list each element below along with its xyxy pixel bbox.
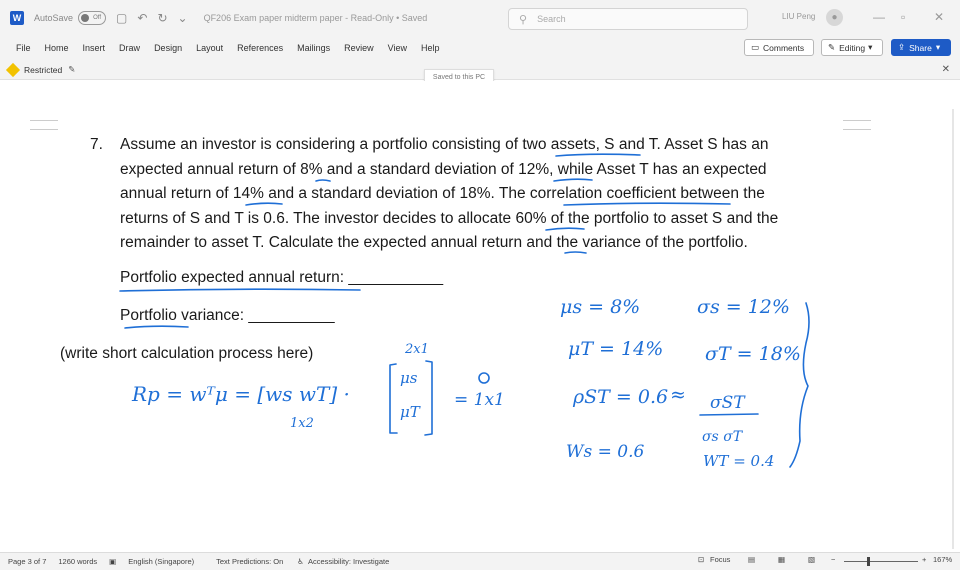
tab-review[interactable]: Review [344, 43, 374, 53]
chevron-down-icon: ▾ [868, 42, 873, 52]
tab-home[interactable]: Home [45, 43, 69, 53]
read-mode-icon[interactable]: ▤ [748, 555, 755, 564]
tab-help[interactable]: Help [421, 43, 440, 53]
tab-file[interactable]: File [16, 43, 31, 53]
focus-button[interactable]: Focus [710, 555, 730, 564]
status-bar: Page 3 of 7 1260 words ▣ English (Singap… [0, 552, 960, 570]
ink-sigma-s: σs = 12% [697, 296, 790, 318]
ink-cov-den: σs σT [702, 429, 744, 445]
save-icon[interactable]: ▢ [116, 11, 127, 25]
ink-right-brace [789, 302, 810, 468]
avatar[interactable]: ● [826, 9, 843, 26]
comments-button[interactable]: ▭ Comments [744, 39, 814, 56]
accessibility-status[interactable]: Accessibility: Investigate [308, 557, 389, 566]
tab-references[interactable]: References [237, 43, 283, 53]
tab-view[interactable]: View [388, 43, 407, 53]
ink-vec-bottom: μT [400, 403, 421, 421]
page-count[interactable]: Page 3 of 7 [8, 557, 46, 566]
focus-icon: ⊡ [698, 555, 705, 564]
zoom-out-icon[interactable]: − [831, 555, 835, 564]
title-bar: W AutoSave Off ▢ ↶ ↻ ⌄ QF206 Exam paper … [0, 0, 960, 36]
tab-layout[interactable]: Layout [196, 43, 223, 53]
tab-design[interactable]: Design [154, 43, 182, 53]
ink-result: = 1x1 [454, 390, 505, 410]
autosave-toggle[interactable]: Off [78, 11, 107, 25]
edit-pen-icon[interactable]: ✎ [68, 64, 75, 75]
share-button[interactable]: ⇪ Share ▾ [891, 39, 951, 56]
share-icon: ⇪ [898, 42, 906, 52]
restricted-label[interactable]: Restricted [24, 65, 62, 75]
ink-underline [124, 325, 189, 329]
ink-bracket-left [389, 363, 398, 434]
word-window: W AutoSave Off ▢ ↶ ↻ ⌄ QF206 Exam paper … [0, 0, 960, 570]
ribbon-tabs: File Home Insert Draw Design Layout Refe… [0, 36, 960, 60]
question-text: Assume an investor is considering a port… [120, 133, 840, 256]
ink-mu-t: μT = 14% [568, 338, 663, 360]
accessibility-icon: ♿ [297, 557, 304, 566]
search-input[interactable]: ⚲ Search [508, 8, 748, 30]
ink-rp-equation: Rp = wᵀμ = [ws wT] · [131, 382, 350, 406]
chevron-down-icon: ▾ [935, 42, 941, 52]
question-number: 7. [90, 136, 103, 153]
close-window-icon[interactable]: ✕ [934, 10, 944, 24]
zoom-in-icon[interactable]: + [922, 555, 926, 564]
zoom-slider-thumb[interactable] [867, 557, 870, 566]
close-icon[interactable]: ✕ [942, 64, 950, 75]
document-title[interactable]: QF206 Exam paper midterm paper - Read-On… [204, 13, 428, 23]
answer-expected-return: Portfolio expected annual return: ______… [120, 269, 444, 286]
ink-w-s: Ws = 0.6 [566, 442, 644, 462]
autosave-label: AutoSave [34, 13, 74, 23]
redo-icon[interactable]: ↻ [157, 11, 167, 25]
ink-mu-s: μs = 8% [560, 296, 640, 318]
ink-fraction-bar [699, 413, 759, 416]
customize-toolbar-icon[interactable]: ⌄ [178, 11, 188, 25]
restore-icon[interactable]: ▫ [901, 10, 905, 24]
margin-marker-right [843, 120, 871, 130]
tab-draw[interactable]: Draw [119, 43, 140, 53]
answer-variance: Portfolio variance: __________ [120, 307, 335, 324]
margin-marker-left [30, 120, 58, 130]
user-name[interactable]: LIU Peng [782, 12, 815, 21]
question-line: expected annual return of 8% and a stand… [120, 160, 767, 178]
search-icon: ⚲ [519, 13, 528, 26]
zoom-level[interactable]: 167% [933, 555, 952, 564]
minimize-icon[interactable]: — [873, 10, 885, 24]
ink-dim-w: 1x2 [290, 416, 314, 431]
language[interactable]: English (Singapore) [128, 557, 194, 566]
pencil-icon: ✎ [828, 42, 836, 52]
ink-approx: ≈ [670, 384, 686, 406]
ink-vec-top: μs [400, 369, 418, 387]
ink-rho: ρST = 0.6 [572, 386, 668, 408]
comment-icon: ▭ [751, 42, 760, 52]
editing-button[interactable]: ✎ Editing ▾ [821, 39, 883, 56]
ink-w-t: WT = 0.4 [703, 452, 774, 470]
document-canvas[interactable]: 7. Assume an investor is considering a p… [0, 81, 960, 549]
print-layout-icon[interactable]: ▦ [778, 555, 785, 564]
ink-bracket-right [424, 360, 433, 436]
search-placeholder: Search [537, 14, 566, 24]
zoom-slider[interactable] [844, 561, 918, 562]
question-line: Assume an investor is considering a port… [120, 136, 769, 153]
process-note: (write short calculation process here) [60, 345, 314, 362]
ink-cursor-dot [478, 372, 490, 384]
restricted-icon [5, 62, 21, 77]
vertical-scrollbar[interactable] [952, 109, 954, 549]
web-layout-icon[interactable]: ▧ [808, 555, 815, 564]
question-line: returns of S and T is 0.6. The investor … [120, 209, 779, 227]
word-logo-icon: W [10, 11, 24, 25]
undo-icon[interactable]: ↶ [137, 11, 147, 25]
ink-underline [119, 288, 361, 292]
question-line: remainder to asset T. Calculate the expe… [120, 234, 748, 252]
tab-insert[interactable]: Insert [83, 43, 106, 53]
ink-dim-mu: 2x1 [404, 342, 429, 357]
question-line: annual return of 14% and a standard devi… [120, 185, 765, 203]
text-predictions[interactable]: Text Predictions: On [216, 557, 283, 566]
word-count[interactable]: 1260 words [58, 557, 97, 566]
proofing-icon[interactable]: ▣ [109, 557, 116, 566]
ink-cov-num: σST [710, 393, 746, 413]
ink-sigma-t: σT = 18% [705, 343, 801, 365]
tab-mailings[interactable]: Mailings [297, 43, 330, 53]
